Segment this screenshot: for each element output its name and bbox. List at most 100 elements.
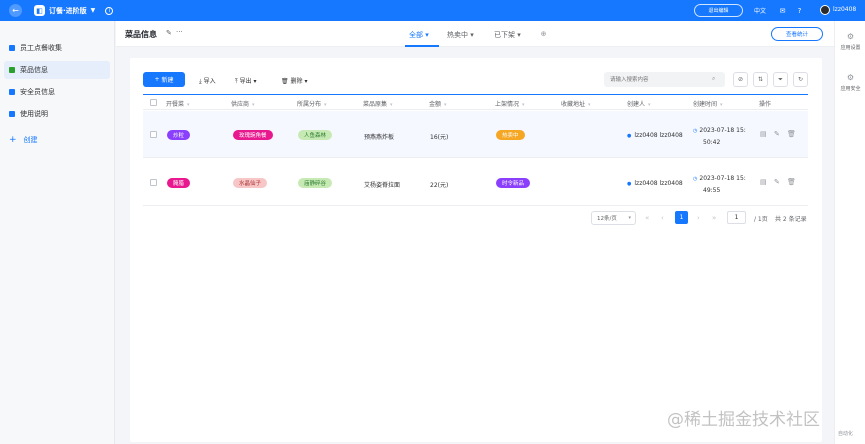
- prev-page-icon[interactable]: ‹: [661, 214, 664, 222]
- search-icon: ⌕: [712, 75, 716, 82]
- row-checkbox[interactable]: [150, 131, 157, 138]
- column-header: 操作: [759, 99, 771, 108]
- column-header[interactable]: 供应商 ▾: [231, 99, 255, 108]
- export-button[interactable]: ⤒ 导出 ▾: [235, 76, 257, 86]
- table-row[interactable]: 炒粒 玫瑰豌角餐 人鱼森林 预燕燕炸板 16(元) 热卖中 ● lzz0408 l…: [143, 111, 808, 158]
- avatar[interactable]: [820, 5, 830, 15]
- next-page-icon[interactable]: ›: [697, 214, 700, 222]
- row-checkbox[interactable]: [150, 179, 157, 186]
- created-clock: 49:55: [703, 187, 721, 194]
- import-icon: ⤓: [199, 78, 202, 85]
- user-icon: ●: [627, 133, 632, 139]
- delete-label: 删除: [290, 78, 303, 85]
- exit-edit-button[interactable]: 退出编辑: [694, 4, 743, 17]
- filter-icon: ⏷: [778, 75, 783, 83]
- sidebar-create-button[interactable]: + 创建: [4, 131, 110, 149]
- trash-icon[interactable]: 🗑: [787, 178, 796, 186]
- column-header[interactable]: 所属分布 ▾: [297, 99, 327, 108]
- column-label: 操作: [759, 101, 772, 108]
- user-icon: ●: [627, 181, 632, 187]
- info-icon[interactable]: i: [105, 6, 114, 15]
- mail-icon[interactable]: ✉: [778, 6, 787, 15]
- column-label: 上架情况: [495, 101, 520, 108]
- category-tag: 腌腊: [167, 178, 191, 188]
- app-title[interactable]: 订餐·进阶版: [49, 6, 87, 16]
- created-date: 2023-07-18 15:: [699, 175, 746, 182]
- tab-off-shelf[interactable]: 已下架 ▾: [494, 30, 521, 40]
- sort-button[interactable]: ⇅: [753, 72, 768, 87]
- table-card: + 新建 ⤓ 导入 ⤒ 导出 ▾ 🗑 删除 ▾ ⌕ ⊘ ⇅ ⏷ ↻ 开餐菜▾ 供…: [130, 58, 822, 442]
- chevron-down-icon: ▾: [522, 102, 525, 108]
- eye-off-icon: ⊘: [737, 76, 744, 83]
- last-page-icon[interactable]: »: [712, 214, 716, 222]
- first-page-icon[interactable]: «: [645, 214, 649, 222]
- tab-label: 热卖中: [447, 31, 468, 39]
- edit-icon[interactable]: ✎: [166, 29, 172, 37]
- hide-fields-button[interactable]: ⊘: [733, 72, 748, 87]
- app-icon: ◧: [34, 5, 45, 16]
- sidebar-item-dish-info[interactable]: 菜品信息: [4, 61, 110, 79]
- dish-name: 艾杨姿脊拉面: [364, 182, 401, 189]
- filter-button[interactable]: ⏷: [773, 72, 788, 87]
- area-tag: 人鱼森林: [298, 130, 333, 140]
- trash-icon[interactable]: 🗑: [787, 130, 796, 138]
- select-all-checkbox[interactable]: [150, 99, 157, 106]
- import-button[interactable]: ⤓ 导入: [199, 76, 216, 86]
- doc-icon: [9, 111, 15, 117]
- column-label: 金额: [429, 101, 442, 108]
- app-settings-label: 应用设置: [840, 45, 861, 51]
- current-page[interactable]: 1: [675, 211, 688, 224]
- column-label: 所属分布: [297, 101, 322, 108]
- language-switch[interactable]: 中文: [754, 6, 766, 15]
- edit-icon[interactable]: ✎: [774, 178, 780, 186]
- column-header[interactable]: 创建人 ▾: [627, 99, 651, 108]
- new-button[interactable]: + 新建: [143, 72, 185, 87]
- help-icon[interactable]: ?: [795, 6, 804, 15]
- table-header: 开餐菜 ▾ 供应商 ▾ 所属分布 ▾ 菜品原集 ▾ 金额 ▾ 上架情况 ▾ 收藏地址 ▾ 创建…: [143, 94, 808, 110]
- column-header[interactable]: 收藏地址 ▾: [561, 99, 591, 108]
- sort-icon: ⇅: [757, 76, 764, 83]
- column-header[interactable]: 开餐菜 ▾: [166, 99, 190, 108]
- create-label: 创建: [23, 136, 38, 144]
- new-label: 新建: [161, 77, 174, 84]
- watermark: @稀土掘金技术社区: [667, 410, 820, 430]
- column-header[interactable]: 上架情况 ▾: [495, 99, 525, 108]
- creator: ● lzz0408 lzz0408: [627, 180, 683, 187]
- creator-name: lzz0408 lzz0408: [634, 180, 683, 187]
- sidebar-item-label: 安全员信息: [20, 88, 55, 96]
- app-security-button[interactable]: ⚙ 应用安全: [835, 74, 865, 93]
- column-header[interactable]: 创建时间 ▾: [693, 99, 723, 108]
- page-size-select[interactable]: 12条/页 ▾: [591, 211, 636, 225]
- column-header[interactable]: 金额 ▾: [429, 99, 447, 108]
- supplier-tag: 水晶仙子: [233, 178, 268, 188]
- tab-hot[interactable]: 热卖中 ▾: [447, 30, 474, 40]
- sidebar-item-safety-officer[interactable]: 安全员信息: [4, 83, 110, 101]
- page-size-label: 12条/页: [597, 216, 617, 222]
- tab-all[interactable]: 全部 ▾: [409, 30, 429, 40]
- page-jump-input[interactable]: 1: [727, 211, 746, 224]
- import-label: 导入: [203, 78, 216, 85]
- view-icon[interactable]: ▤: [760, 178, 767, 186]
- add-tab-icon[interactable]: ⊕: [539, 29, 548, 38]
- refresh-button[interactable]: ↻: [793, 72, 808, 87]
- sidebar-item-label: 菜品信息: [20, 66, 48, 74]
- sidebar-item-order-collect[interactable]: 员工点餐收集: [4, 39, 110, 57]
- table-row[interactable]: 腌腊 水晶仙子 庙静碎谷 艾杨姿脊拉面 22(元) 时令新品 ● lzz0408 …: [143, 159, 808, 206]
- view-icon[interactable]: ▤: [760, 130, 767, 138]
- view-stats-button[interactable]: 查看统计: [771, 27, 823, 41]
- chevron-down-icon[interactable]: ▼: [91, 7, 96, 14]
- chevron-down-icon: ▾: [588, 102, 591, 108]
- chevron-down-icon: ▾: [252, 102, 255, 108]
- page-header: 菜品信息 ✎ ··· 全部 ▾ 热卖中 ▾ 已下架 ▾ ⊕ 查看统计: [116, 21, 834, 47]
- column-header[interactable]: 菜品原集 ▾: [363, 99, 393, 108]
- more-icon[interactable]: ···: [176, 28, 183, 36]
- back-icon[interactable]: ←: [9, 4, 22, 17]
- creator-name: lzz0408 lzz0408: [634, 132, 683, 139]
- edit-icon[interactable]: ✎: [774, 130, 780, 138]
- username[interactable]: lzz0408: [833, 6, 856, 13]
- automation-label[interactable]: 自动化: [838, 430, 853, 437]
- delete-button[interactable]: 🗑 删除 ▾: [281, 76, 307, 85]
- sidebar-item-instructions[interactable]: 使用说明: [4, 105, 110, 123]
- app-settings-button[interactable]: ⚙ 应用设置: [835, 33, 865, 52]
- search-input[interactable]: [604, 72, 725, 87]
